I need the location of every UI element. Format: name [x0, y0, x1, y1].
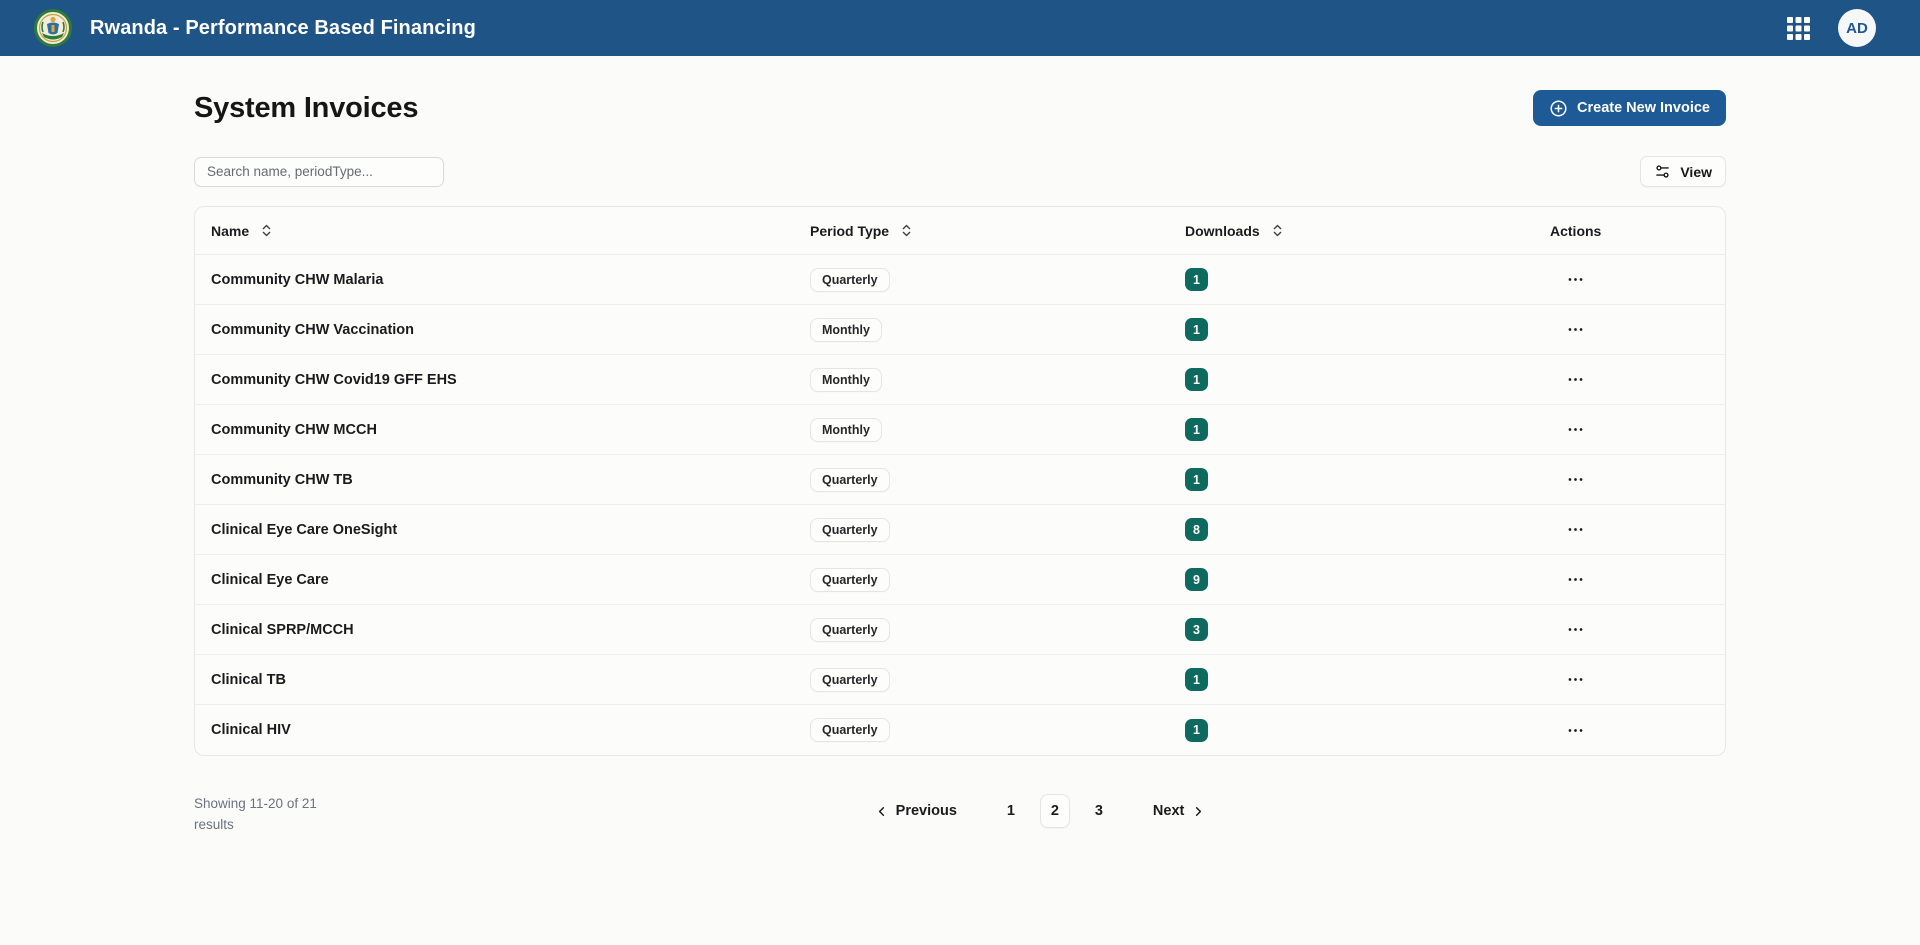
downloads-badge: 1: [1185, 468, 1208, 491]
plus-circle-icon: [1549, 99, 1568, 118]
row-actions-menu-icon[interactable]: [1562, 566, 1589, 593]
row-actions-menu-icon[interactable]: [1562, 616, 1589, 643]
view-options-button[interactable]: View: [1640, 156, 1726, 187]
table-row[interactable]: Community CHW TB Quarterly 1: [195, 455, 1725, 505]
downloads-badge: 8: [1185, 518, 1208, 541]
view-button-label: View: [1680, 164, 1712, 180]
period-type-badge: Quarterly: [810, 468, 890, 492]
sort-downloads-icon[interactable]: [1270, 223, 1285, 238]
pagination: Previous 1 2 3 Next: [865, 794, 1216, 828]
previous-page-button[interactable]: Previous: [865, 797, 966, 825]
column-header-downloads: Downloads: [1185, 223, 1260, 239]
table-row[interactable]: Clinical TB Quarterly 1: [195, 655, 1725, 705]
invoice-name: Clinical Eye Care: [195, 572, 794, 588]
table-row[interactable]: Clinical Eye Care Quarterly 9: [195, 555, 1725, 605]
invoice-name: Clinical HIV: [195, 722, 794, 738]
period-type-badge: Monthly: [810, 418, 882, 442]
column-header-name: Name: [211, 223, 249, 239]
column-header-actions: Actions: [1550, 223, 1601, 239]
row-actions-menu-icon[interactable]: [1562, 416, 1589, 443]
invoice-name: Clinical TB: [195, 672, 794, 688]
main-content: System Invoices Create New Invoice View: [194, 90, 1726, 836]
sliders-icon: [1654, 163, 1671, 180]
downloads-badge: 9: [1185, 568, 1208, 591]
next-page-button[interactable]: Next: [1144, 797, 1215, 825]
create-new-invoice-label: Create New Invoice: [1577, 100, 1710, 116]
next-label: Next: [1153, 803, 1184, 819]
invoice-name: Clinical Eye Care OneSight: [195, 522, 794, 538]
row-actions-menu-icon[interactable]: [1562, 266, 1589, 293]
period-type-badge: Quarterly: [810, 518, 890, 542]
user-avatar[interactable]: AD: [1838, 9, 1876, 47]
sort-name-icon[interactable]: [259, 223, 274, 238]
table-row[interactable]: Community CHW Malaria Quarterly 1: [195, 255, 1725, 305]
period-type-badge: Quarterly: [810, 568, 890, 592]
table-row[interactable]: Community CHW MCCH Monthly 1: [195, 405, 1725, 455]
period-type-badge: Quarterly: [810, 718, 890, 742]
downloads-badge: 1: [1185, 719, 1208, 742]
period-type-badge: Monthly: [810, 368, 882, 392]
previous-label: Previous: [896, 803, 957, 819]
table-row[interactable]: Community CHW Covid19 GFF EHS Monthly 1: [195, 355, 1725, 405]
invoice-name: Community CHW Vaccination: [195, 322, 794, 338]
app-title: Rwanda - Performance Based Financing: [90, 17, 476, 40]
page-button-2-current[interactable]: 2: [1040, 794, 1070, 828]
row-actions-menu-icon[interactable]: [1562, 666, 1589, 693]
row-actions-menu-icon[interactable]: [1562, 466, 1589, 493]
column-header-period-type: Period Type: [810, 223, 889, 239]
table-row[interactable]: Clinical SPRP/MCCH Quarterly 3: [195, 605, 1725, 655]
page-button-1[interactable]: 1: [996, 797, 1026, 825]
row-actions-menu-icon[interactable]: [1562, 516, 1589, 543]
downloads-badge: 1: [1185, 368, 1208, 391]
row-actions-menu-icon[interactable]: [1562, 366, 1589, 393]
period-type-badge: Quarterly: [810, 618, 890, 642]
downloads-badge: 3: [1185, 618, 1208, 641]
search-input[interactable]: [194, 157, 444, 187]
downloads-badge: 1: [1185, 418, 1208, 441]
rwanda-coat-of-arms-logo: [34, 9, 72, 47]
row-actions-menu-icon[interactable]: [1562, 717, 1589, 744]
table-row[interactable]: Clinical Eye Care OneSight Quarterly 8: [195, 505, 1725, 555]
chevron-left-icon: [874, 804, 889, 819]
downloads-badge: 1: [1185, 318, 1208, 341]
table-row[interactable]: Clinical HIV Quarterly 1: [195, 705, 1725, 755]
invoice-name: Community CHW TB: [195, 472, 794, 488]
page-title: System Invoices: [194, 92, 418, 125]
period-type-badge: Quarterly: [810, 268, 890, 292]
downloads-badge: 1: [1185, 268, 1208, 291]
results-summary: Showing 11-20 of 21 results: [194, 794, 354, 836]
invoice-name: Community CHW MCCH: [195, 422, 794, 438]
sort-period-type-icon[interactable]: [899, 223, 914, 238]
table-row[interactable]: Community CHW Vaccination Monthly 1: [195, 305, 1725, 355]
period-type-badge: Quarterly: [810, 668, 890, 692]
period-type-badge: Monthly: [810, 318, 882, 342]
invoice-name: Community CHW Covid19 GFF EHS: [195, 372, 794, 388]
chevron-right-icon: [1191, 804, 1206, 819]
invoice-name: Community CHW Malaria: [195, 272, 794, 288]
create-new-invoice-button[interactable]: Create New Invoice: [1533, 90, 1726, 126]
downloads-badge: 1: [1185, 668, 1208, 691]
page-button-3[interactable]: 3: [1084, 797, 1114, 825]
table-header-row: Name Period Type Downloads Actions: [195, 207, 1725, 255]
row-actions-menu-icon[interactable]: [1562, 316, 1589, 343]
invoices-table: Name Period Type Downloads Actions: [194, 206, 1726, 756]
top-navbar: Rwanda - Performance Based Financing AD: [0, 0, 1920, 56]
invoice-name: Clinical SPRP/MCCH: [195, 622, 794, 638]
apps-grid-icon[interactable]: [1787, 17, 1810, 40]
